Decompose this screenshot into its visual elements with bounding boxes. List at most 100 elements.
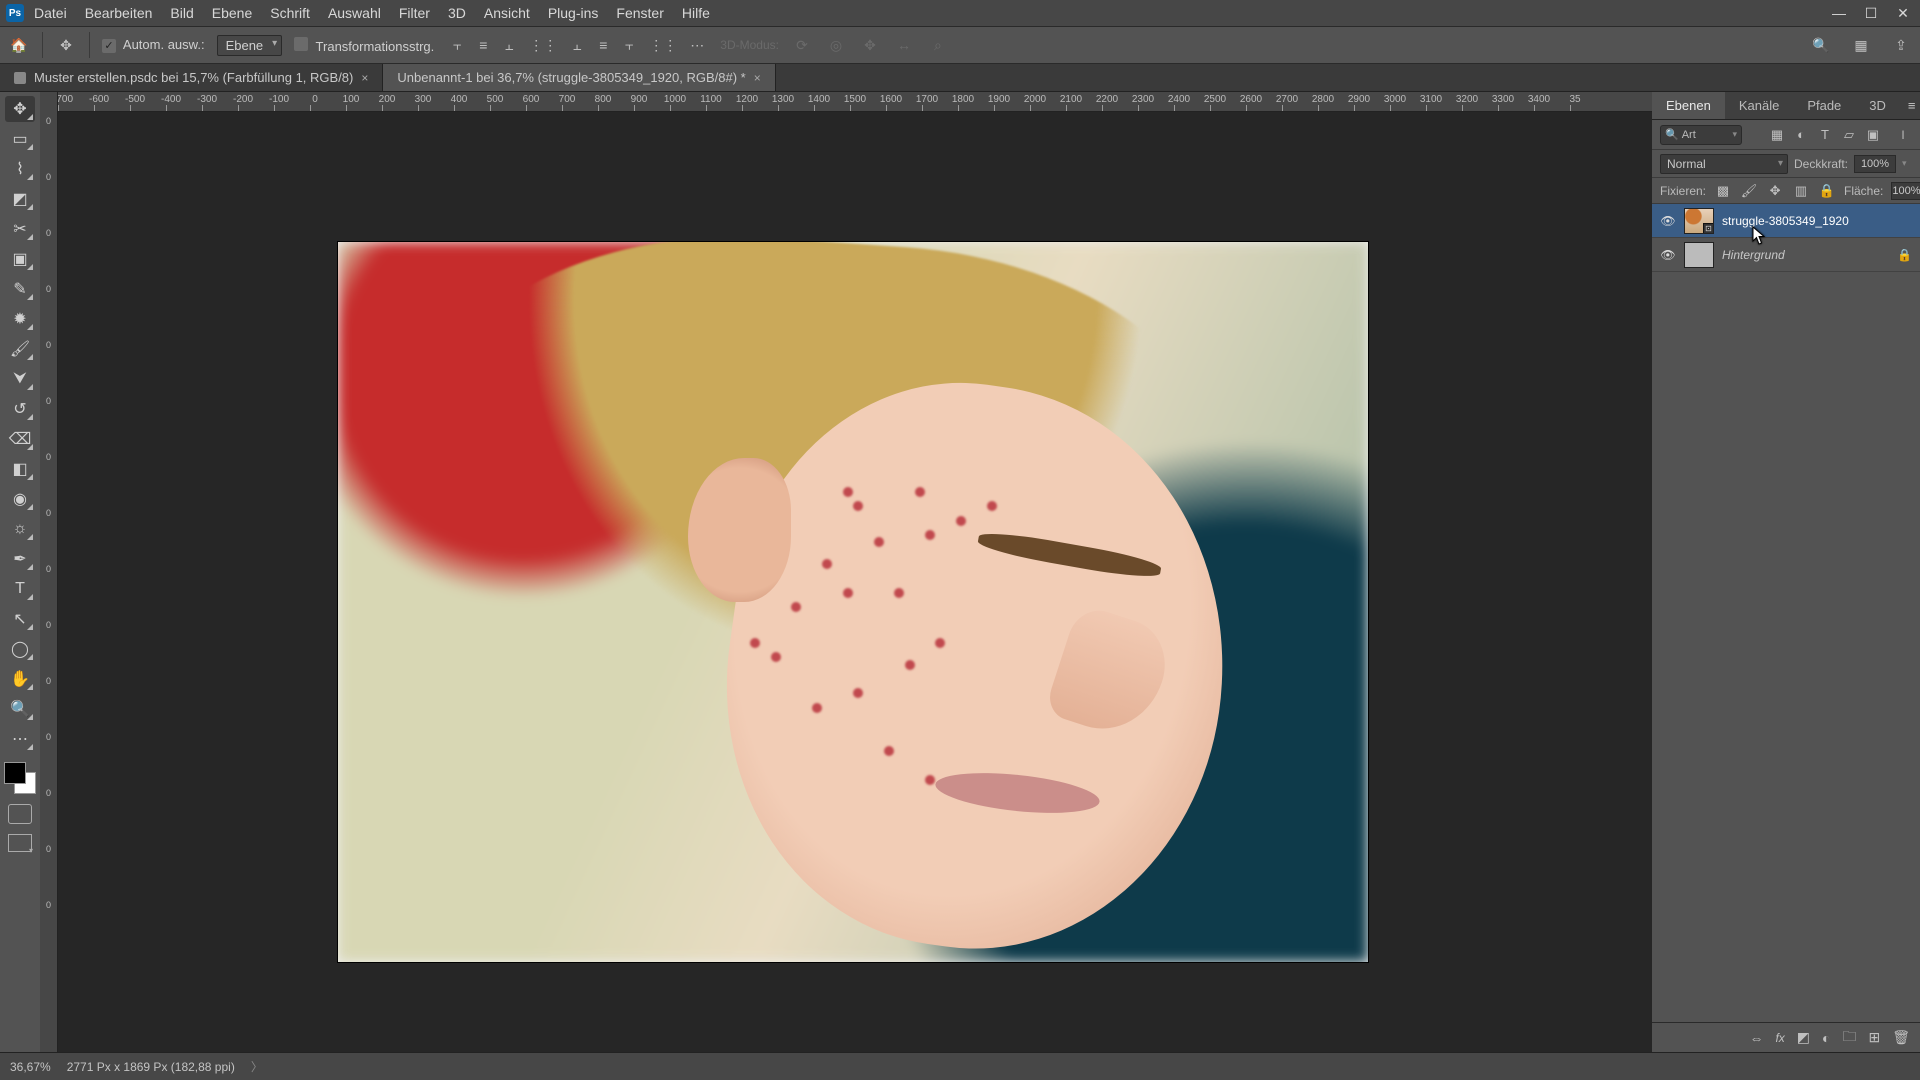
lasso-tool[interactable]: ⌇ xyxy=(5,156,35,182)
object-select-tool[interactable]: ◩ xyxy=(5,186,35,212)
link-layers-icon[interactable]: ⇔ xyxy=(1749,1030,1763,1046)
shape-tool[interactable]: ◯ xyxy=(5,636,35,662)
3d-roll-icon[interactable]: ◎ xyxy=(825,34,847,56)
opacity-flyout-icon[interactable]: ▾ xyxy=(1902,158,1907,169)
more-align-icon[interactable]: ⋯ xyxy=(686,34,708,56)
adjustment-layer-icon[interactable]: ◐ xyxy=(1822,1030,1830,1046)
screen-mode-toggle[interactable] xyxy=(8,834,32,852)
type-tool[interactable]: T xyxy=(5,576,35,602)
menu-ebene[interactable]: Ebene xyxy=(212,5,252,21)
gradient-tool[interactable]: ◧ xyxy=(5,456,35,482)
window-maximize[interactable]: ☐ xyxy=(1864,5,1878,22)
align-top-icon[interactable]: ⫠ xyxy=(566,34,588,56)
dodge-tool[interactable]: ☼ xyxy=(5,516,35,542)
align-bottom-icon[interactable]: ⫟ xyxy=(618,34,640,56)
filter-toggle-switch[interactable]: ⏽ xyxy=(1894,126,1912,144)
3d-zoom-icon[interactable]: ⌕ xyxy=(927,34,949,56)
3d-orbit-icon[interactable]: ⟳ xyxy=(791,34,813,56)
document-tab[interactable]: Muster erstellen.psdc bei 15,7% (Farbfül… xyxy=(0,64,383,91)
quick-mask-toggle[interactable] xyxy=(8,804,32,824)
layer-thumbnail[interactable] xyxy=(1684,242,1714,268)
panel-tab-ebenen[interactable]: Ebenen xyxy=(1652,92,1725,119)
layer-lock-icon[interactable]: 🔒 xyxy=(1897,248,1912,262)
menu-fenster[interactable]: Fenster xyxy=(616,5,663,21)
zoom-tool[interactable]: 🔍 xyxy=(5,696,35,722)
eyedropper-tool[interactable]: ✎ xyxy=(5,276,35,302)
canvas-viewport[interactable] xyxy=(58,112,1652,1052)
lock-pixels-icon[interactable]: 🖌 xyxy=(1740,182,1758,200)
layer-fx-icon[interactable]: fx xyxy=(1775,1031,1784,1045)
menu-hilfe[interactable]: Hilfe xyxy=(682,5,710,21)
canvas[interactable] xyxy=(338,242,1368,962)
layer-row[interactable]: 👁⊡struggle-3805349_1920 xyxy=(1652,204,1920,238)
menu-bearbeiten[interactable]: Bearbeiten xyxy=(85,5,153,21)
layer-name[interactable]: Hintergrund xyxy=(1722,248,1889,262)
status-zoom[interactable]: 36,67% xyxy=(10,1060,51,1074)
layer-mask-icon[interactable]: ◩ xyxy=(1797,1029,1810,1046)
layer-group-icon[interactable]: 🗀 xyxy=(1842,1026,1856,1050)
layer-thumbnail[interactable]: ⊡ xyxy=(1684,208,1714,234)
filter-type-icon[interactable]: T xyxy=(1816,126,1834,144)
lock-artboard-icon[interactable]: ▥ xyxy=(1792,182,1810,200)
opacity-value[interactable]: 100% xyxy=(1854,155,1896,173)
lock-position-icon[interactable]: ✥ xyxy=(1766,182,1784,200)
filter-shape-icon[interactable]: ▱ xyxy=(1840,126,1858,144)
marquee-tool[interactable]: ▭ xyxy=(5,126,35,152)
history-brush-tool[interactable]: ↺ xyxy=(5,396,35,422)
frame-tool[interactable]: ▣ xyxy=(5,246,35,272)
window-close[interactable]: ✕ xyxy=(1896,5,1910,22)
layer-filter-dropdown[interactable]: 🔍 Art xyxy=(1660,125,1742,145)
filter-pixel-icon[interactable]: ▦ xyxy=(1768,126,1786,144)
panel-tab-pfade[interactable]: Pfade xyxy=(1793,92,1855,119)
tab-close-icon[interactable]: × xyxy=(361,71,368,85)
edit-toolbar[interactable]: ⋯ xyxy=(5,726,35,752)
path-select-tool[interactable]: ↖ xyxy=(5,606,35,632)
menu-schrift[interactable]: Schrift xyxy=(270,5,310,21)
hand-tool[interactable]: ✋ xyxy=(5,666,35,692)
auto-select-target-dropdown[interactable]: Ebene xyxy=(217,35,283,56)
menu-filter[interactable]: Filter xyxy=(399,5,430,21)
panel-tab-3d[interactable]: 3D xyxy=(1855,92,1900,119)
crop-tool[interactable]: ✂ xyxy=(5,216,35,242)
pen-tool[interactable]: ✒ xyxy=(5,546,35,572)
distribute-h-icon[interactable]: ⋮⋮ xyxy=(532,34,554,56)
filter-adjust-icon[interactable]: ◐ xyxy=(1792,126,1810,144)
home-button[interactable]: 🏠 xyxy=(8,34,30,56)
eraser-tool[interactable]: ⌫ xyxy=(5,426,35,452)
menu-ansicht[interactable]: Ansicht xyxy=(484,5,530,21)
new-layer-icon[interactable]: ⊞ xyxy=(1868,1029,1880,1046)
3d-slide-icon[interactable]: ↔ xyxy=(893,34,915,56)
distribute-v-icon[interactable]: ⋮⋮ xyxy=(652,34,674,56)
document-tab[interactable]: Unbenannt-1 bei 36,7% (struggle-3805349_… xyxy=(383,64,775,91)
blend-mode-dropdown[interactable]: Normal xyxy=(1660,154,1788,174)
healing-brush-tool[interactable]: ✹ xyxy=(5,306,35,332)
align-left-icon[interactable]: ⫟ xyxy=(446,34,468,56)
brush-tool[interactable]: 🖌 xyxy=(5,336,35,362)
window-minimize[interactable]: — xyxy=(1832,5,1846,22)
3d-pan-icon[interactable]: ✥ xyxy=(859,34,881,56)
menu-bild[interactable]: Bild xyxy=(170,5,193,21)
color-swatches[interactable] xyxy=(4,762,36,794)
menu-3d[interactable]: 3D xyxy=(448,5,466,21)
lock-transparency-icon[interactable]: ▩ xyxy=(1714,182,1732,200)
blur-tool[interactable]: ◉ xyxy=(5,486,35,512)
status-flyout-icon[interactable]: 〉 xyxy=(251,1058,263,1075)
workspace-icon[interactable]: ▦ xyxy=(1850,34,1872,56)
align-hcenter-icon[interactable]: ≡ xyxy=(472,34,494,56)
tab-close-icon[interactable]: × xyxy=(754,71,761,85)
panel-tab-kanäle[interactable]: Kanäle xyxy=(1725,92,1793,119)
align-right-icon[interactable]: ⫠ xyxy=(498,34,520,56)
ruler-horizontal[interactable]: -700-600-500-400-300-200-100010020030040… xyxy=(58,92,1652,112)
share-icon[interactable]: ⇪ xyxy=(1890,34,1912,56)
menu-auswahl[interactable]: Auswahl xyxy=(328,5,381,21)
layer-visibility-toggle[interactable]: 👁 xyxy=(1660,214,1676,228)
move-tool[interactable]: ✥ xyxy=(5,96,35,122)
lock-all-icon[interactable]: 🔒 xyxy=(1818,182,1836,200)
delete-layer-icon[interactable]: 🗑 xyxy=(1892,1029,1910,1046)
align-vcenter-icon[interactable]: ≡ xyxy=(592,34,614,56)
status-doc-info[interactable]: 2771 Px x 1869 Px (182,88 ppi) xyxy=(67,1060,235,1074)
ruler-vertical[interactable]: 000000000000000 xyxy=(40,92,58,1052)
menu-plug-ins[interactable]: Plug-ins xyxy=(548,5,599,21)
search-icon[interactable]: 🔍 xyxy=(1810,34,1832,56)
transform-controls-checkbox[interactable]: Transformationsstrg. xyxy=(294,37,434,54)
